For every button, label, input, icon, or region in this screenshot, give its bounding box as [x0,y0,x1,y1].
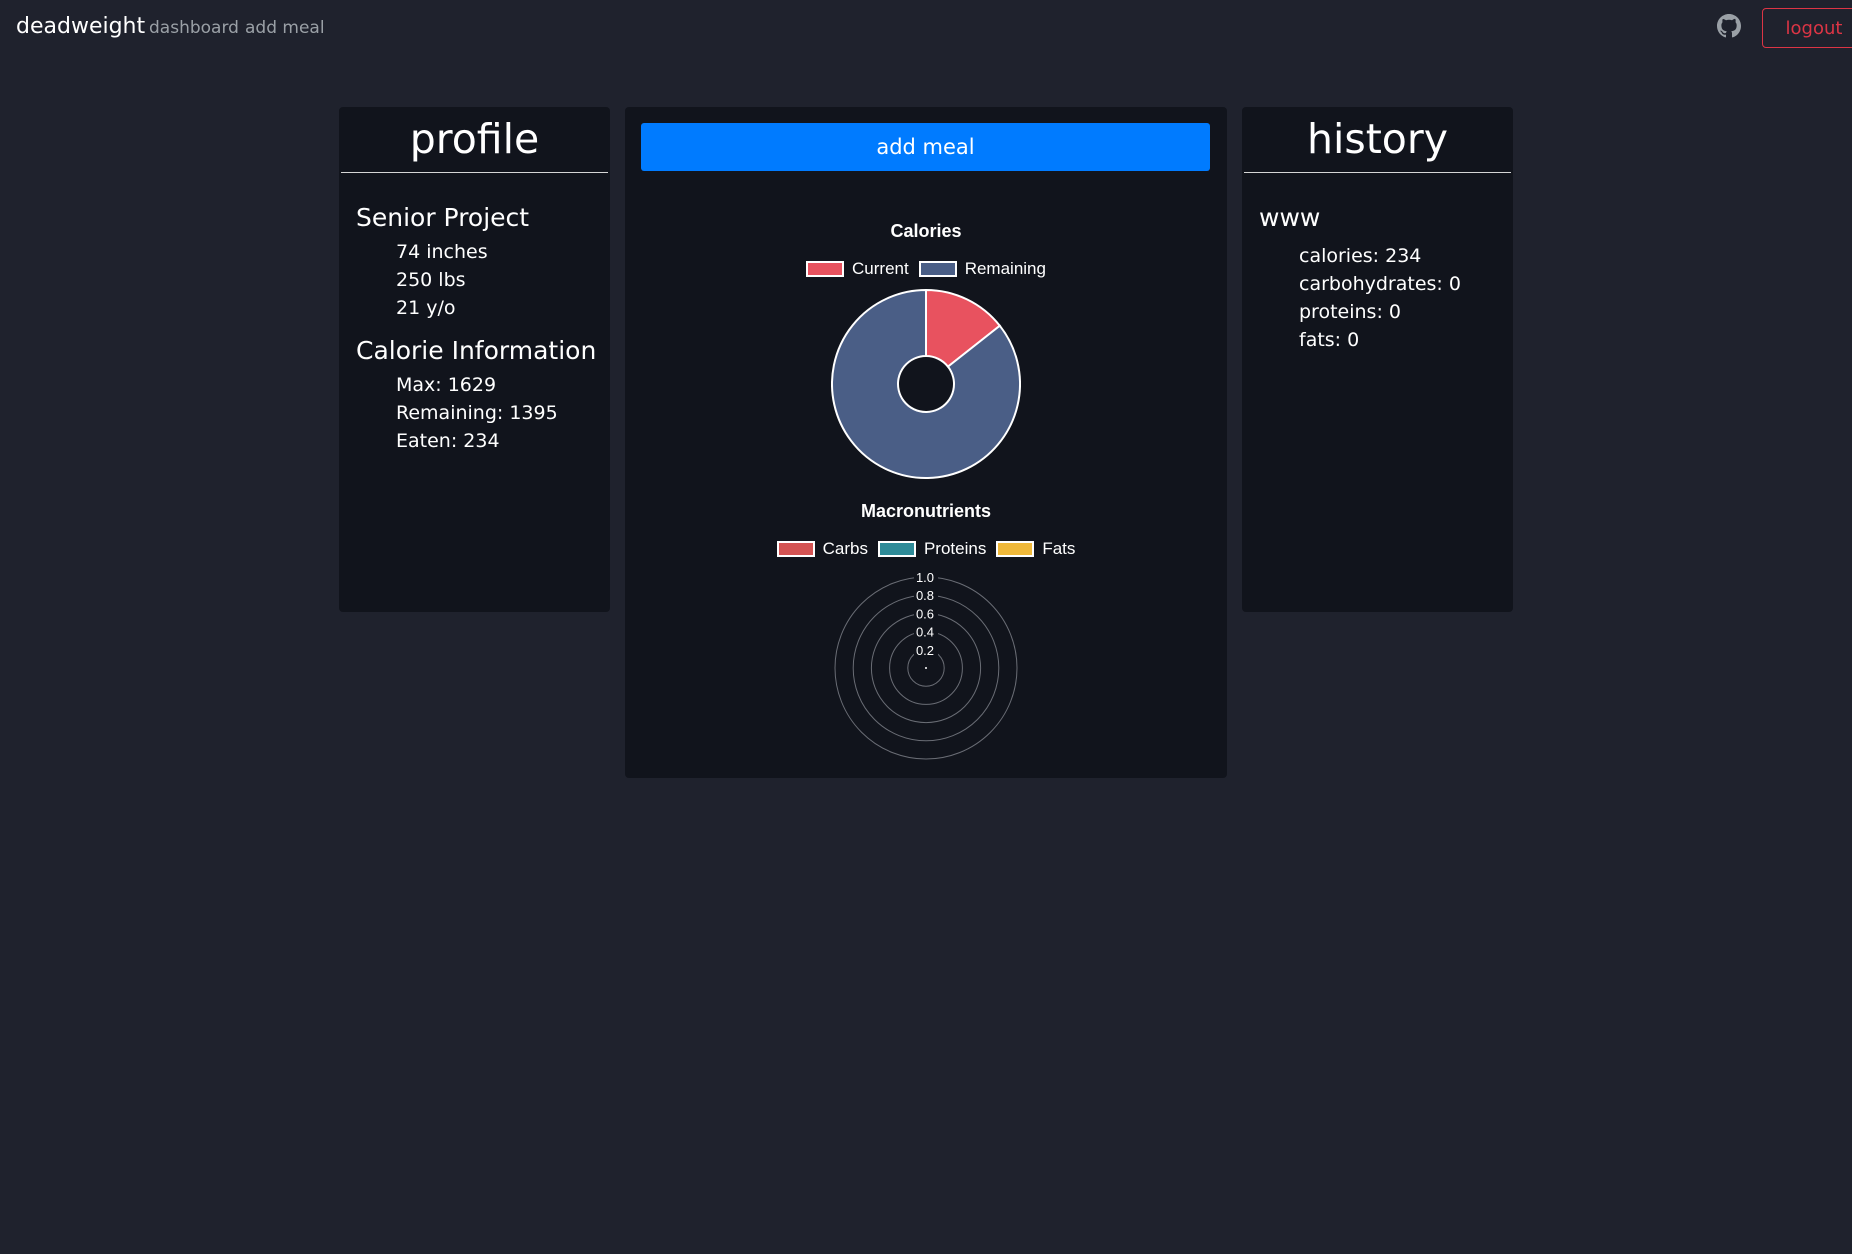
history-card: history www calories: 234 carbohydrates:… [1242,107,1513,612]
legend-label-current: Current [852,259,909,278]
nav-link-add-meal[interactable]: add meal [245,18,325,38]
polar-tick-label: 0.8 [916,588,934,603]
charts-card: add meal Calories Current Remaining Macr… [625,107,1227,778]
legend-swatch-remaining [918,261,957,277]
history-title: history [1306,115,1449,163]
legend-swatch-current [806,261,845,277]
navbar: deadweight dashboard add meal logout [0,0,1852,56]
legend-swatch-proteins [877,541,916,557]
polar-tick-label: 1.0 [916,570,934,585]
nav-link-dashboard[interactable]: dashboard [149,18,239,38]
history-meal-name[interactable]: www [1259,203,1513,232]
history-proteins: proteins: 0 [1299,301,1401,323]
polar-tick-label: 0.2 [916,643,934,658]
legend-item-fats[interactable]: Fats [996,539,1075,559]
github-icon[interactable] [1717,14,1741,38]
legend-item-current[interactable]: Current [806,259,909,279]
logout-button[interactable]: logout [1762,8,1852,48]
profile-height: 74 inches [396,241,488,263]
profile-name: Senior Project [356,203,530,232]
profile-weight: 250 lbs [396,269,466,291]
add-meal-button[interactable]: add meal [641,123,1210,171]
legend-item-carbs[interactable]: Carbs [776,539,868,559]
history-calories: calories: 234 [1299,245,1422,267]
calories-doughnut-chart [831,289,1021,479]
legend-label-proteins: Proteins [923,539,987,558]
legend-label-fats: Fats [1042,539,1076,558]
calorie-max: Max: 1629 [396,374,497,396]
polar-tick-label: 0.6 [916,606,934,621]
calories-chart-title: Calories [890,221,962,241]
profile-card: profile Senior Project 74 inches 250 lbs… [339,107,610,612]
calorie-info-heading: Calorie Information [356,336,597,365]
legend-label-carbs: Carbs [822,539,868,558]
legend-item-remaining[interactable]: Remaining [918,259,1046,279]
legend-item-proteins[interactable]: Proteins [877,539,987,559]
history-fats: fats: 0 [1299,329,1360,351]
macros-legend: Carbs Proteins Fats [625,539,1227,559]
polar-tick-label: 0.4 [916,625,934,640]
macronutrients-polar-chart: 0.2 0.4 0.6 0.8 1.0 [834,570,1018,760]
legend-swatch-carbs [776,541,815,557]
legend-swatch-fats [996,541,1035,557]
brand-logo[interactable]: deadweight [16,14,145,39]
polar-center-point [925,667,927,669]
profile-age: 21 y/o [396,297,456,319]
calorie-eaten: Eaten: 234 [396,430,500,452]
calories-legend: Current Remaining [625,259,1227,279]
legend-label-remaining: Remaining [964,259,1046,278]
macros-chart-title: Macronutrients [860,501,992,521]
profile-title: profile [409,115,540,163]
calorie-remaining: Remaining: 1395 [396,402,558,424]
history-carbohydrates: carbohydrates: 0 [1299,273,1461,295]
